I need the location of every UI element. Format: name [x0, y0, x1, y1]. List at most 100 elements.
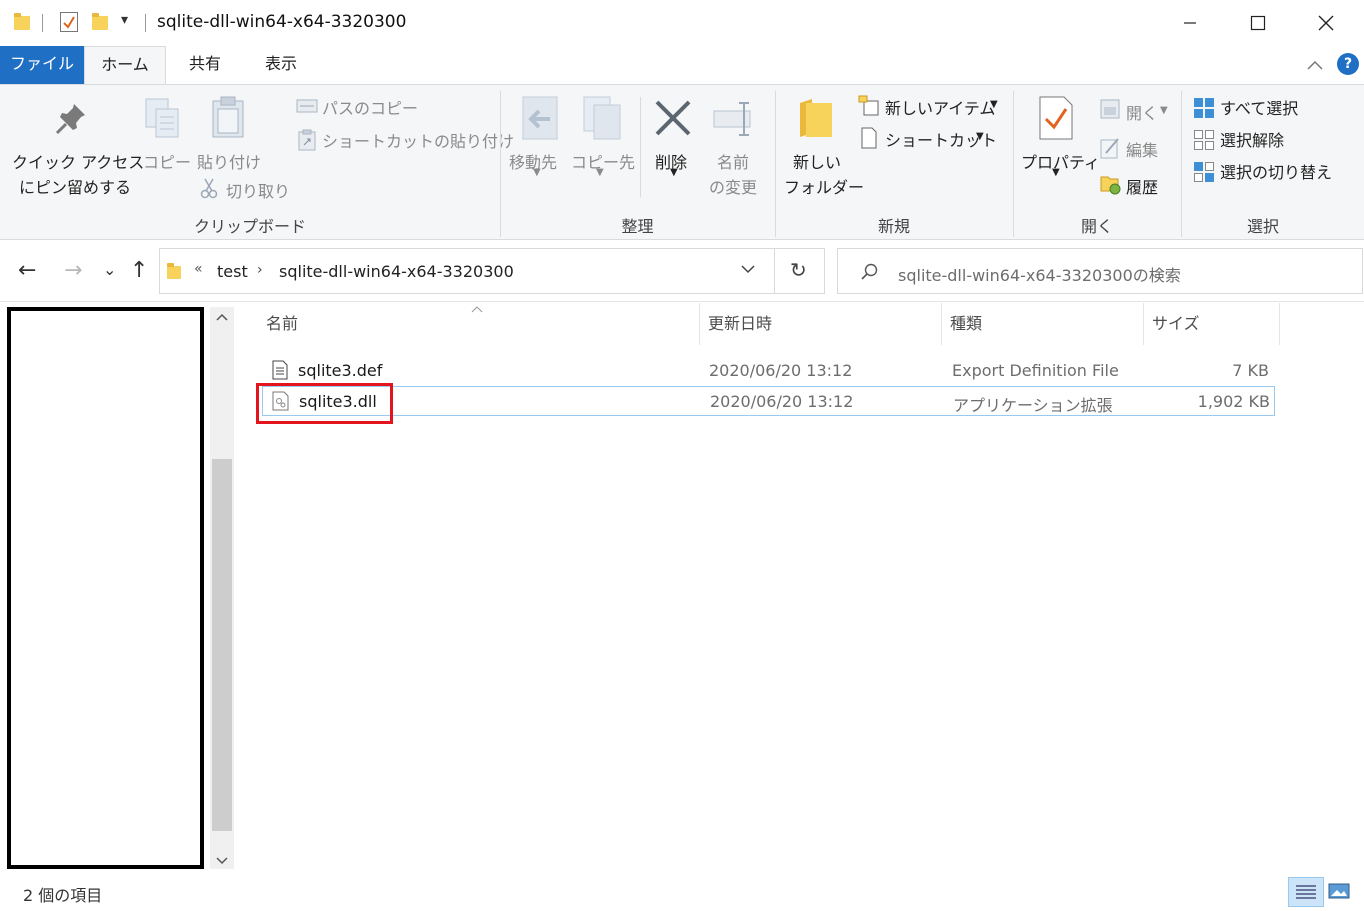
navigation-bar: ← → ⌄ ↑ « test › sqlite-dll-win64-x64-33… [0, 240, 1364, 302]
tab-home[interactable]: ホーム [84, 46, 166, 84]
properties-quick-icon[interactable] [60, 12, 78, 32]
column-header-modified[interactable]: 更新日時 [700, 303, 942, 345]
details-view-button[interactable] [1288, 877, 1324, 907]
tab-share[interactable]: 共有 [172, 46, 238, 84]
item-count: 2 個の項目 [23, 886, 103, 905]
file-row-def[interactable]: sqlite3.def 2020/06/20 13:12 Export Defi… [262, 356, 1275, 386]
divider [640, 97, 641, 197]
organize-group-label: 整理 [621, 217, 654, 236]
edit-icon [1100, 138, 1119, 159]
scrollbar-thumb[interactable] [212, 459, 232, 831]
clipboard-group-label: クリップボード [193, 217, 306, 236]
file-modified: 2020/06/20 13:12 [710, 392, 854, 411]
highlight-annotation [256, 383, 393, 424]
history-label: 履歴 [1126, 178, 1159, 197]
search-placeholder: sqlite-dll-win64-x64-3320300の検索 [898, 266, 1181, 285]
pin-label-1: クイック アクセス [12, 153, 145, 172]
minimize-button[interactable] [1156, 0, 1224, 46]
new-folder-icon [800, 99, 832, 137]
folder-icon [167, 263, 181, 279]
rename-label-1: 名前 [717, 153, 750, 172]
column-header-name[interactable]: 名前 [258, 303, 700, 345]
paste-shortcut-label: ショートカットの貼り付け [322, 132, 515, 151]
recent-locations-button[interactable]: ⌄ [103, 260, 116, 279]
invert-selection-label: 選択の切り替え [1220, 163, 1333, 182]
up-button[interactable]: ↑ [130, 258, 148, 283]
select-none-icon [1194, 130, 1214, 150]
file-size: 1,902 KB [1197, 392, 1270, 411]
pin-icon [55, 104, 85, 135]
delete-x-icon [655, 100, 691, 136]
file-row-dll[interactable]: sqlite3.dll 2020/06/20 13:12 アプリケーション拡張 … [262, 386, 1275, 416]
dropdown-arrow-icon: ▼ [670, 167, 678, 178]
new-folder-quick-icon[interactable] [92, 13, 108, 30]
ribbon: クイック アクセス にピン留めする コピー 貼り付け パスのコピー ショートカッ… [0, 84, 1364, 240]
rename-icon [713, 102, 751, 136]
select-none-label: 選択解除 [1220, 131, 1285, 150]
tab-file[interactable]: ファイル [0, 46, 84, 84]
search-icon [861, 263, 878, 280]
cut-label: 切り取り [226, 182, 291, 201]
status-bar: 2 個の項目 [0, 873, 1364, 911]
breadcrumb-overflow[interactable]: « [194, 261, 203, 277]
copy-to-icon [583, 96, 621, 140]
divider [774, 249, 775, 293]
copy-path-label: パスのコピー [322, 99, 419, 118]
column-header-type[interactable]: 種類 [942, 303, 1144, 345]
select-group-label: 選択 [1246, 217, 1279, 236]
new-item-icon [858, 95, 879, 116]
maximize-button[interactable] [1224, 0, 1292, 46]
back-button[interactable]: ← [18, 258, 36, 283]
quick-access-dropdown-icon[interactable]: ▾ [121, 12, 128, 28]
paste-shortcut-icon [298, 129, 316, 151]
address-bar[interactable]: « test › sqlite-dll-win64-x64-3320300 ↻ [159, 248, 825, 294]
ribbon-tabs: ファイル ホーム 共有 表示 ? [0, 46, 1364, 84]
move-to-icon [522, 96, 558, 140]
refresh-button[interactable]: ↻ [790, 258, 807, 282]
rename-label-2: の変更 [709, 178, 758, 197]
open-group-label: 開く [1080, 217, 1113, 236]
folder-icon [14, 13, 30, 30]
paste-icon [212, 96, 244, 138]
dropdown-arrow-icon: ▼ [1052, 167, 1060, 178]
breadcrumb-test[interactable]: test [217, 262, 248, 281]
select-all-label: すべて選択 [1220, 99, 1299, 118]
file-modified: 2020/06/20 13:12 [709, 361, 853, 380]
new-group-label: 新規 [877, 217, 910, 236]
copy-label: コピー [143, 153, 192, 172]
new-item-label: 新しいアイテム [885, 99, 996, 118]
close-button[interactable] [1292, 0, 1360, 46]
file-type: アプリケーション拡張 [953, 396, 1113, 415]
scissors-icon [200, 178, 218, 199]
new-folder-label-1: 新しい [793, 153, 842, 172]
search-box[interactable]: sqlite-dll-win64-x64-3320300の検索 [837, 248, 1363, 294]
file-size: 7 KB [1232, 361, 1269, 380]
help-icon[interactable]: ? [1337, 53, 1359, 75]
dropdown-arrow-icon: ▼ [596, 167, 604, 178]
new-folder-label-2: フォルダー [784, 178, 865, 197]
divider [42, 14, 43, 32]
breadcrumb-current[interactable]: sqlite-dll-win64-x64-3320300 [279, 262, 514, 281]
pin-label-2: にピン留めする [19, 178, 132, 197]
divider [145, 14, 146, 32]
breadcrumb-separator-icon[interactable]: › [257, 262, 263, 278]
column-header-size[interactable]: サイズ [1144, 303, 1280, 345]
file-type: Export Definition File [952, 361, 1119, 380]
window-title: sqlite-dll-win64-x64-3320300 [157, 12, 407, 32]
edit-label: 編集 [1126, 141, 1159, 160]
address-dropdown-icon[interactable] [740, 261, 756, 281]
open-label: 開く [1126, 104, 1159, 123]
copy-path-icon [296, 99, 318, 113]
dropdown-arrow-icon: ▼ [1160, 105, 1168, 116]
tab-view[interactable]: 表示 [248, 46, 314, 84]
large-icons-view-button[interactable] [1328, 881, 1352, 903]
file-name: sqlite3.def [298, 361, 383, 380]
file-list: 名前 更新日時 種類 サイズ sqlite3.def 2020/06/20 13… [240, 303, 1364, 873]
select-all-icon [1194, 98, 1214, 118]
dropdown-arrow-icon: ▼ [976, 131, 984, 142]
scroll-down-icon[interactable] [214, 853, 230, 872]
forward-button[interactable]: → [64, 258, 82, 283]
scroll-up-icon[interactable] [214, 309, 230, 328]
invert-selection-icon [1194, 162, 1214, 182]
collapse-ribbon-icon[interactable] [1306, 56, 1324, 75]
